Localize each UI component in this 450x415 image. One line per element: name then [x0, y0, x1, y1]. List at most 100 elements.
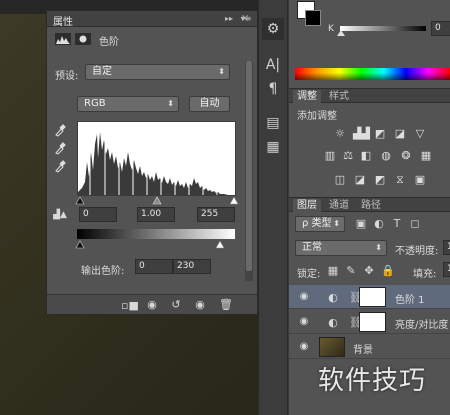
- output-levels-slider[interactable]: [73, 239, 241, 249]
- close-icon[interactable]: ×: [241, 13, 249, 24]
- posterize-icon[interactable]: ◪: [353, 174, 367, 186]
- clipping-warning-icon[interactable]: ▟▲: [51, 210, 69, 220]
- collapse-button[interactable]: ▸▸: [223, 14, 235, 24]
- view-previous-state-icon[interactable]: ◉: [145, 298, 159, 311]
- output-white-field[interactable]: 230: [173, 259, 211, 274]
- levels-adjustment-icon: [55, 33, 71, 45]
- gradient-map-icon[interactable]: ⧖: [393, 174, 407, 186]
- curves-icon[interactable]: ◩: [373, 128, 387, 140]
- input-black-field[interactable]: 0: [79, 207, 117, 222]
- link-icon[interactable]: ⛓: [349, 291, 363, 304]
- k-slider-track[interactable]: [340, 26, 426, 31]
- color-balance-icon[interactable]: ⚖: [341, 150, 355, 162]
- layer-name[interactable]: 背景: [353, 341, 373, 356]
- hue-saturation-icon[interactable]: ▥: [323, 150, 337, 162]
- layer-row[interactable]: ◉ 背景: [289, 335, 450, 359]
- lock-all-icon[interactable]: 🔒: [381, 264, 395, 277]
- black-white-icon[interactable]: ◧: [359, 150, 373, 162]
- output-black-handle[interactable]: [75, 240, 85, 249]
- output-levels-label: 输出色阶:: [81, 266, 125, 277]
- k-slider-handle[interactable]: [337, 30, 345, 36]
- color-lookup-icon[interactable]: ▦: [419, 150, 433, 162]
- color-panel: K 0: [289, 0, 450, 88]
- selective-color-icon[interactable]: ▣: [413, 174, 427, 186]
- notes-panel-icon[interactable]: ▦: [262, 136, 284, 158]
- layer-mask-thumbnail[interactable]: [359, 287, 386, 307]
- properties-tab[interactable]: 属性: [53, 13, 73, 28]
- preset-value: 自定: [92, 66, 112, 77]
- tab-adjustments[interactable]: 调整: [293, 90, 321, 103]
- layer-filter-dropdown[interactable]: ρ 类型 ⬍: [295, 216, 345, 232]
- black-point-eyedropper-icon[interactable]: [53, 123, 67, 140]
- eye-icon[interactable]: ◉: [297, 285, 311, 309]
- lock-pixels-icon[interactable]: ✎: [345, 264, 357, 277]
- layers-panel-header: 图层 通道 路径: [289, 197, 450, 212]
- lock-position-icon[interactable]: ✥: [363, 264, 375, 277]
- gray-point-eyedropper-icon[interactable]: [53, 141, 67, 158]
- opacity-field[interactable]: 1: [443, 240, 450, 255]
- layer-row[interactable]: ◉ ◐ ⛓ 亮度/对比度: [289, 310, 450, 334]
- input-gamma-field[interactable]: 1.00: [137, 207, 175, 222]
- output-black-field[interactable]: 0: [135, 259, 173, 274]
- properties-scrollbar[interactable]: [245, 61, 253, 281]
- paragraph-panel-icon[interactable]: ¶: [262, 78, 284, 100]
- dropdown-arrow-icon: ⬍: [167, 99, 174, 108]
- properties-toggle-icon[interactable]: ⚙: [262, 18, 284, 40]
- adjustment-row-3: ◫ ◪ ◩ ⧖ ▣: [333, 174, 433, 188]
- channel-mixer-icon[interactable]: ❂: [399, 150, 413, 162]
- preset-dropdown[interactable]: 自定 ⬍: [85, 64, 230, 80]
- layer-mask-thumbnail[interactable]: [359, 312, 386, 332]
- clip-to-layer-icon[interactable]: ▫■: [121, 299, 139, 312]
- output-gradient-bar: [77, 229, 235, 239]
- mask-icon[interactable]: [75, 33, 91, 45]
- grid-panel-icon[interactable]: ▤: [262, 112, 284, 134]
- eye-icon[interactable]: ◉: [297, 310, 311, 334]
- input-gamma-handle[interactable]: [152, 196, 162, 205]
- layer-thumbnail[interactable]: [319, 337, 345, 357]
- photo-filter-icon[interactable]: ◍: [379, 150, 393, 162]
- character-panel-icon[interactable]: A|: [262, 54, 284, 76]
- exposure-icon[interactable]: ◪: [393, 128, 407, 140]
- layer-name[interactable]: 亮度/对比度: [395, 316, 448, 331]
- properties-panel-header: 属性 ▸▸ ▾≡: [47, 11, 257, 28]
- k-value-field[interactable]: 0: [431, 21, 450, 36]
- lock-label: 锁定:: [297, 269, 321, 280]
- layer-row[interactable]: ◉ ◐ ⛓ 色阶 1: [289, 285, 450, 309]
- eye-icon[interactable]: ◉: [297, 335, 311, 359]
- brightness-contrast-icon[interactable]: ☼: [333, 128, 347, 140]
- auto-button[interactable]: 自动: [189, 96, 230, 112]
- reset-icon[interactable]: ↺: [169, 298, 183, 311]
- input-white-handle[interactable]: [229, 196, 239, 205]
- channel-dropdown[interactable]: RGB ⬍: [77, 96, 179, 112]
- lock-transparent-icon[interactable]: ▦: [327, 264, 339, 277]
- visibility-icon[interactable]: ◉: [193, 298, 207, 311]
- panel-dock-toolbar: ⚙ A| ¶ ▤ ▦: [258, 0, 288, 415]
- blend-mode-dropdown[interactable]: 正常 ⬍: [295, 240, 387, 256]
- filter-type-icon[interactable]: T: [391, 217, 403, 230]
- adjustment-layer-icon: ◐: [328, 291, 338, 304]
- tab-channels[interactable]: 通道: [325, 199, 353, 212]
- filter-pixel-icon[interactable]: ▣: [355, 217, 367, 230]
- input-white-field[interactable]: 255: [197, 207, 235, 222]
- filter-adjustment-icon[interactable]: ◐: [373, 217, 385, 230]
- opacity-label: 不透明度:: [395, 246, 439, 257]
- tab-styles[interactable]: 样式: [325, 90, 353, 103]
- input-levels-slider[interactable]: [73, 195, 241, 205]
- input-black-handle[interactable]: [75, 196, 85, 205]
- tab-paths[interactable]: 路径: [357, 199, 385, 212]
- fill-field[interactable]: 1: [443, 262, 450, 277]
- link-icon[interactable]: ⛓: [349, 316, 363, 329]
- watermark-text: 软件技巧: [318, 366, 427, 396]
- white-point-eyedropper-icon[interactable]: [53, 159, 67, 176]
- levels-icon[interactable]: ▟▟: [353, 128, 370, 140]
- invert-icon[interactable]: ◫: [333, 174, 347, 186]
- filter-shape-icon[interactable]: ◻: [409, 217, 421, 230]
- layer-name[interactable]: 色阶 1: [395, 291, 425, 306]
- threshold-icon[interactable]: ◩: [373, 174, 387, 186]
- tab-layers[interactable]: 图层: [293, 199, 321, 212]
- vibrance-icon[interactable]: ▽: [413, 128, 427, 140]
- output-white-handle[interactable]: [215, 240, 225, 249]
- background-swatch[interactable]: [305, 10, 321, 26]
- scrollbar-thumb[interactable]: [246, 61, 252, 271]
- delete-icon[interactable]: 🗑: [219, 298, 233, 311]
